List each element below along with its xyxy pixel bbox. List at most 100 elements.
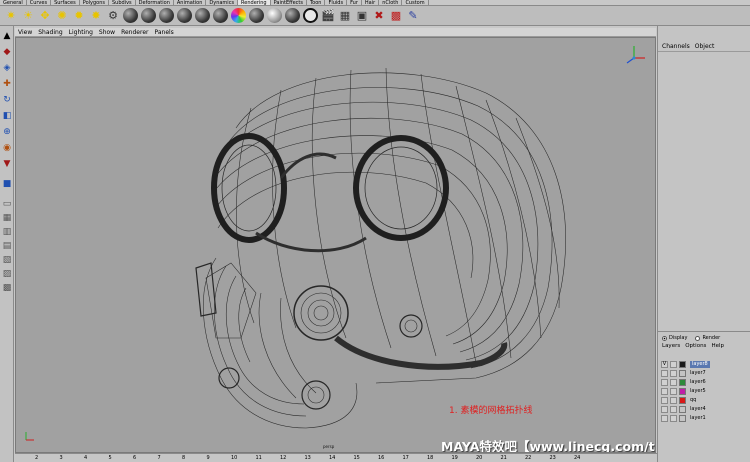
shelf-tab-curves[interactable]: Curves [27, 0, 52, 6]
layer-playback-toggle[interactable] [670, 406, 677, 413]
render-view-icon[interactable]: ▣ [355, 9, 369, 23]
paint-select-tool-icon[interactable]: ◈ [1, 62, 13, 74]
show-manipulator-icon[interactable]: ▼ [1, 158, 13, 170]
layer-visibility-toggle[interactable] [661, 388, 668, 395]
shelf-tab-subdivs[interactable]: Subdivs [109, 0, 136, 6]
rotate-tool-icon[interactable]: ↻ [1, 94, 13, 106]
panel-menu-renderer[interactable]: Renderer [121, 28, 148, 36]
area-light-icon[interactable]: ✥ [38, 9, 52, 23]
render-layer-radio[interactable]: Render [695, 334, 720, 342]
layer-color-swatch[interactable] [679, 379, 686, 386]
layer-color-swatch[interactable] [679, 415, 686, 422]
lasso-tool-icon[interactable]: ◆ [1, 46, 13, 58]
layer-visibility-toggle[interactable]: V [661, 361, 668, 368]
camera-icon[interactable]: ⚙ [106, 9, 120, 23]
layer-playback-toggle[interactable] [670, 397, 677, 404]
layer-playback-toggle[interactable] [670, 388, 677, 395]
layer-playback-toggle[interactable] [670, 415, 677, 422]
directional-light-icon[interactable]: ✸ [89, 9, 103, 23]
layered-shader-icon[interactable] [249, 8, 264, 23]
layer-visibility-toggle[interactable] [661, 379, 668, 386]
layer-color-swatch[interactable] [679, 361, 686, 368]
layer-row[interactable]: layer7 [661, 369, 750, 378]
perspective-viewport[interactable]: persp 1. 素模的网格拓扑线 MAYA特效吧【www.linecg.com… [15, 37, 656, 453]
use-background-icon[interactable] [267, 8, 282, 23]
phong-material-icon[interactable] [159, 8, 174, 23]
lambert-material-icon[interactable] [123, 8, 138, 23]
panel-menu-shading[interactable]: Shading [38, 28, 62, 36]
volume-light-icon[interactable]: ✺ [55, 9, 69, 23]
shelf-tab-deformation[interactable]: Deformation [136, 0, 174, 6]
panel-menu-show[interactable]: Show [99, 28, 115, 36]
layer-playback-toggle[interactable] [670, 361, 677, 368]
layer-color-swatch[interactable] [679, 388, 686, 395]
layout-hypershade-icon[interactable]: ▨ [1, 268, 13, 280]
point-light-icon[interactable]: ✷ [4, 9, 18, 23]
panel-menu-lighting[interactable]: Lighting [69, 28, 93, 36]
layer-menu-layers[interactable]: Layers [662, 342, 680, 350]
layer-row[interactable]: layer1 [661, 414, 750, 423]
shelf-tab-toon[interactable]: Toon [307, 0, 326, 6]
shelf-tab-animation[interactable]: Animation [174, 0, 207, 6]
manipulator-tool-icon[interactable]: ⊕ [1, 126, 13, 138]
layer-color-swatch[interactable] [679, 397, 686, 404]
layout-side-icon[interactable]: ▥ [1, 226, 13, 238]
last-tool-icon[interactable]: ■ [1, 178, 13, 190]
panel-menu-view[interactable]: View [18, 28, 32, 36]
surface-shader-icon[interactable] [213, 8, 228, 23]
select-tool-icon[interactable]: ▲ [1, 30, 13, 42]
render-settings-icon[interactable]: ▩ [389, 9, 403, 23]
layout-single-icon[interactable]: ▭ [1, 198, 13, 210]
batch-render-icon[interactable]: ✖ [372, 9, 386, 23]
anisotropic-material-icon[interactable] [195, 8, 210, 23]
layer-color-swatch[interactable] [679, 406, 686, 413]
layer-visibility-toggle[interactable] [661, 415, 668, 422]
move-tool-icon[interactable]: ✚ [1, 78, 13, 90]
channel-box-tab-channels[interactable]: Channels [662, 43, 690, 51]
layer-menu-help[interactable]: Help [711, 342, 724, 350]
layer-visibility-toggle[interactable] [661, 406, 668, 413]
channel-box-tab-object[interactable]: Object [695, 43, 715, 51]
layer-visibility-toggle[interactable] [661, 370, 668, 377]
layer-row[interactable]: layer6 [661, 378, 750, 387]
spot-light-icon[interactable]: ☀ [21, 9, 35, 23]
ocean-shader-icon[interactable] [303, 8, 318, 23]
layer-row[interactable]: layer5 [661, 387, 750, 396]
shelf-tab-hair[interactable]: Hair [362, 0, 380, 6]
time-slider[interactable]: 2 3 4 5 6 7 8 9 10 11 12 13 14 15 16 17 18 19 20 21 22 23 24 [15, 453, 750, 462]
layer-menu-options[interactable]: Options [685, 342, 706, 350]
shading-map-icon[interactable] [285, 8, 300, 23]
shelf-tab-general[interactable]: General [0, 0, 27, 6]
layout-outliner-icon[interactable]: ▤ [1, 240, 13, 252]
layer-row[interactable]: qq [661, 396, 750, 405]
shelf-tab-custom[interactable]: Custom [402, 0, 429, 6]
phong-e-material-icon[interactable] [177, 8, 192, 23]
layer-row[interactable]: layer4 [661, 405, 750, 414]
panel-menu-panels[interactable]: Panels [154, 28, 173, 36]
shelf-tab-surfaces[interactable]: Surfaces [51, 0, 80, 6]
ipr-render-icon[interactable]: ▦ [338, 9, 352, 23]
soft-mod-tool-icon[interactable]: ◉ [1, 142, 13, 154]
layout-persp-graph-icon[interactable]: ▩ [1, 282, 13, 294]
layer-playback-toggle[interactable] [670, 379, 677, 386]
blinn-material-icon[interactable] [141, 8, 156, 23]
shelf-tab-ncloth[interactable]: nCloth [379, 0, 403, 6]
ambient-light-icon[interactable]: ✹ [72, 9, 86, 23]
layout-four-icon[interactable]: ▦ [1, 212, 13, 224]
display-layer-radio[interactable]: Display [662, 334, 687, 342]
shelf-tab-dynamics[interactable]: Dynamics [206, 0, 239, 6]
shelf-tab-fur[interactable]: Fur [347, 0, 362, 6]
layer-visibility-toggle[interactable] [661, 397, 668, 404]
layer-row[interactable]: Vlayer8 [661, 360, 750, 369]
layer-color-swatch[interactable] [679, 370, 686, 377]
shelf-tab-rendering[interactable]: Rendering [238, 0, 271, 6]
ramp-shader-icon[interactable] [231, 8, 246, 23]
shelf-tab-fluids[interactable]: Fluids [325, 0, 348, 6]
scale-tool-icon[interactable]: ◧ [1, 110, 13, 122]
layout-graph-icon[interactable]: ▧ [1, 254, 13, 266]
render-icon[interactable]: 🎬 [321, 9, 335, 23]
shelf-tab-polygons[interactable]: Polygons [80, 0, 109, 6]
shelf-tab-painteffects[interactable]: PaintEffects [271, 0, 307, 6]
paint-brush-icon[interactable]: ✎ [406, 9, 420, 23]
layer-playback-toggle[interactable] [670, 370, 677, 377]
